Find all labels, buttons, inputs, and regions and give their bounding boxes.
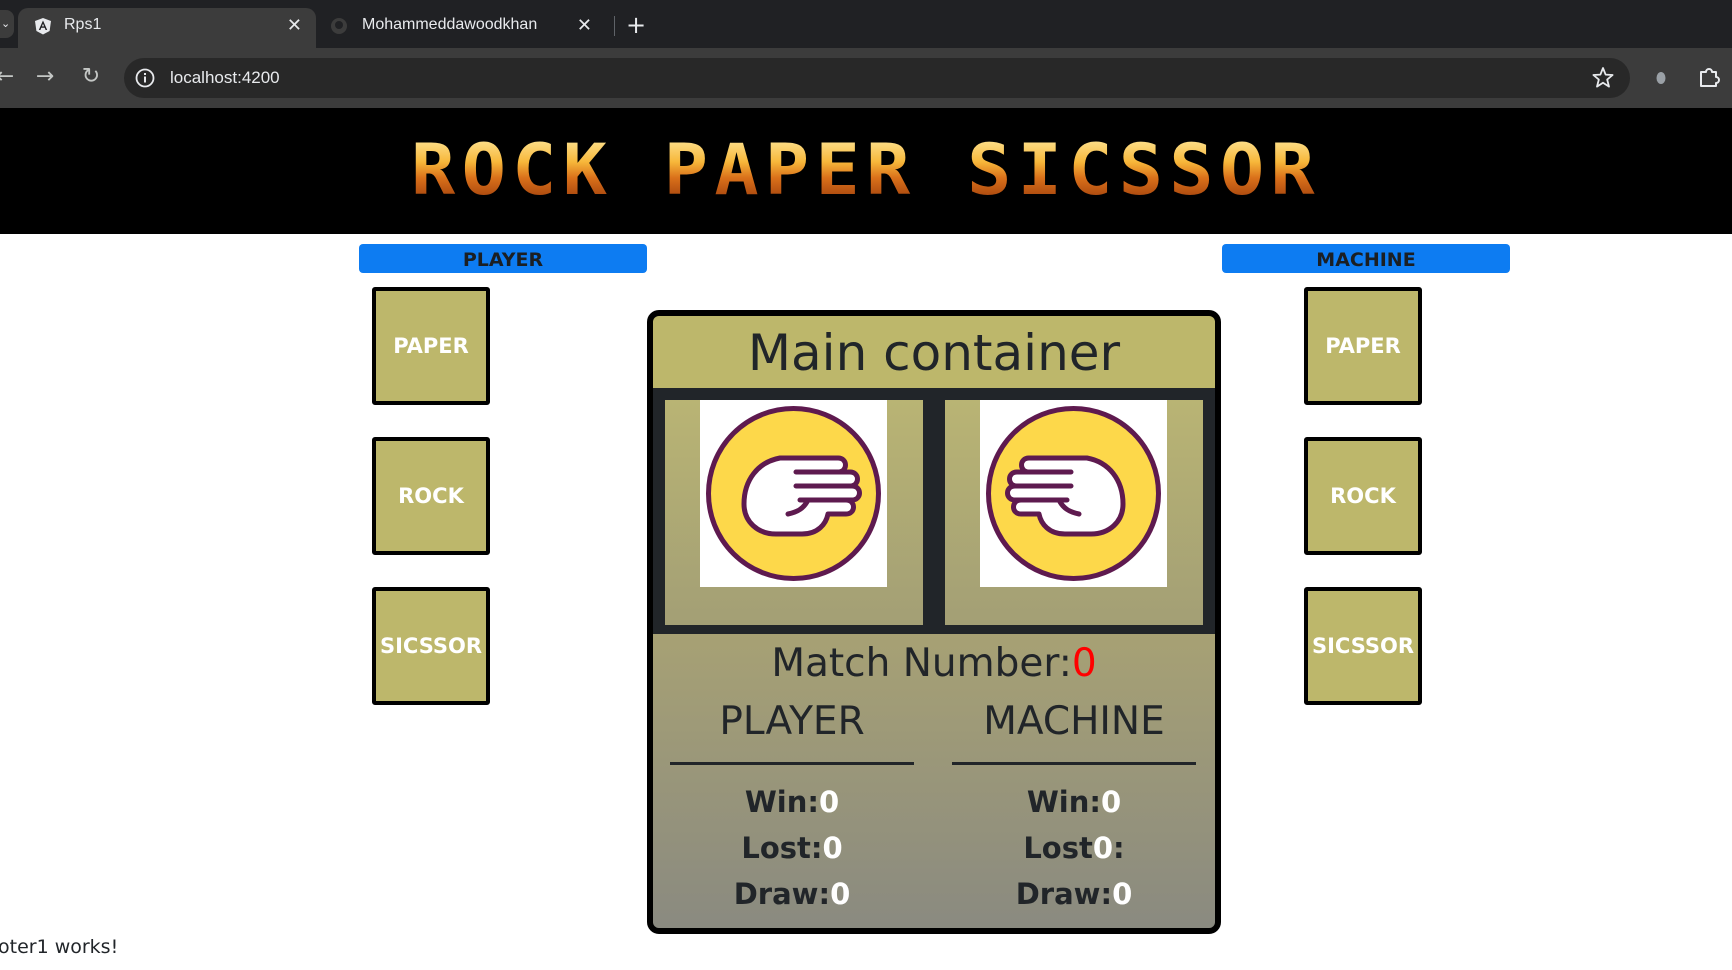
machine-draw: Draw:0 xyxy=(952,871,1196,917)
rock-hand-icon xyxy=(706,406,881,581)
bookmark-star-icon[interactable] xyxy=(1590,65,1616,91)
machine-label: MACHINE xyxy=(1222,244,1510,273)
win-value: 0 xyxy=(818,785,840,819)
draw-label: Draw: xyxy=(733,877,831,911)
machine-score-title: MACHINE xyxy=(983,699,1165,744)
tab-github[interactable]: Mohammeddawoodkhan ✕ xyxy=(316,8,606,48)
player-win: Win:0 xyxy=(670,779,914,825)
forward-arrow-icon[interactable]: → xyxy=(30,62,60,92)
machine-win: Win:0 xyxy=(952,779,1196,825)
lost-value: 0 xyxy=(822,831,843,865)
match-label: Match Number: xyxy=(771,641,1072,686)
win-label: Win: xyxy=(744,785,819,819)
github-icon xyxy=(331,18,347,34)
player-draw: Draw:0 xyxy=(670,871,914,917)
tab-rps1[interactable]: Rps1 ✕ xyxy=(18,8,316,48)
machine-choice-image xyxy=(980,400,1167,587)
machine-scissor-button[interactable]: SICSSOR xyxy=(1304,587,1422,705)
new-tab-plus-icon[interactable]: + xyxy=(624,8,648,42)
main-container: Main container Match Number:0 PLAYER Win… xyxy=(647,310,1221,934)
angular-icon xyxy=(35,18,51,35)
tab-separator xyxy=(614,16,615,36)
player-rock-button[interactable]: ROCK xyxy=(372,437,490,555)
extensions-puzzle-icon[interactable] xyxy=(1696,64,1722,90)
win-value: 0 xyxy=(1100,785,1122,819)
draw-value: 0 xyxy=(1112,877,1133,911)
draw-value: 0 xyxy=(830,877,851,911)
browser-toolbar: ← → ↻ localhost:4200 xyxy=(0,48,1732,108)
lost-label: Lost xyxy=(1023,831,1093,865)
lost-value: 0 xyxy=(1092,831,1114,865)
tab-title: Rps1 xyxy=(64,16,102,33)
close-tab-icon[interactable]: ✕ xyxy=(287,8,302,42)
back-arrow-icon[interactable]: ← xyxy=(0,62,20,92)
machine-choice-panel xyxy=(945,400,1203,625)
main-container-title: Main container xyxy=(653,316,1215,388)
draw-label: Draw: xyxy=(1015,877,1113,911)
player-lost: Lost:0 xyxy=(670,825,914,871)
browser-tab-strip: ⌄ Rps1 ✕ Mohammeddawoodkhan ✕ + xyxy=(0,0,1732,48)
address-bar[interactable]: localhost:4200 xyxy=(124,58,1630,98)
player-choice-panel xyxy=(665,400,923,625)
close-tab-icon[interactable]: ✕ xyxy=(577,8,592,42)
choice-images-row xyxy=(653,388,1215,634)
game-title: ROCK PAPER SICSSOR xyxy=(0,130,1732,210)
match-number-line: Match Number:0 xyxy=(653,642,1215,686)
rock-hand-icon xyxy=(986,406,1161,581)
divider xyxy=(952,762,1196,765)
machine-lost: Lost0: xyxy=(952,825,1196,871)
player-paper-button[interactable]: PAPER xyxy=(372,287,490,405)
machine-paper-button[interactable]: PAPER xyxy=(1304,287,1422,405)
lost-label: Lost: xyxy=(741,831,823,865)
footer-works-text: oter1 works! xyxy=(0,936,119,958)
win-label: Win: xyxy=(1026,785,1101,819)
title-banner: ROCK PAPER SICSSOR xyxy=(0,108,1732,234)
url-text: localhost:4200 xyxy=(170,68,280,87)
player-label: PLAYER xyxy=(359,244,647,273)
scoreboard: Match Number:0 PLAYER Win:0 Lost:0 Draw:… xyxy=(653,634,1215,928)
machine-rock-button[interactable]: ROCK xyxy=(1304,437,1422,555)
player-scissor-button[interactable]: SICSSOR xyxy=(372,587,490,705)
player-choice-image xyxy=(700,400,887,587)
tab-title: Mohammeddawoodkhan xyxy=(362,16,538,33)
extension-status-icon[interactable] xyxy=(1654,66,1668,88)
lost-suffix: : xyxy=(1113,831,1125,865)
site-info-icon[interactable] xyxy=(134,67,156,89)
tab-search-chevron-icon[interactable]: ⌄ xyxy=(0,10,14,38)
match-number: 0 xyxy=(1071,641,1097,686)
divider xyxy=(670,762,914,765)
reload-icon[interactable]: ↻ xyxy=(76,62,106,92)
player-score-title: PLAYER xyxy=(719,699,865,744)
player-score-column: PLAYER Win:0 Lost:0 Draw:0 xyxy=(670,698,914,917)
machine-score-column: MACHINE Win:0 Lost0: Draw:0 xyxy=(952,698,1196,917)
